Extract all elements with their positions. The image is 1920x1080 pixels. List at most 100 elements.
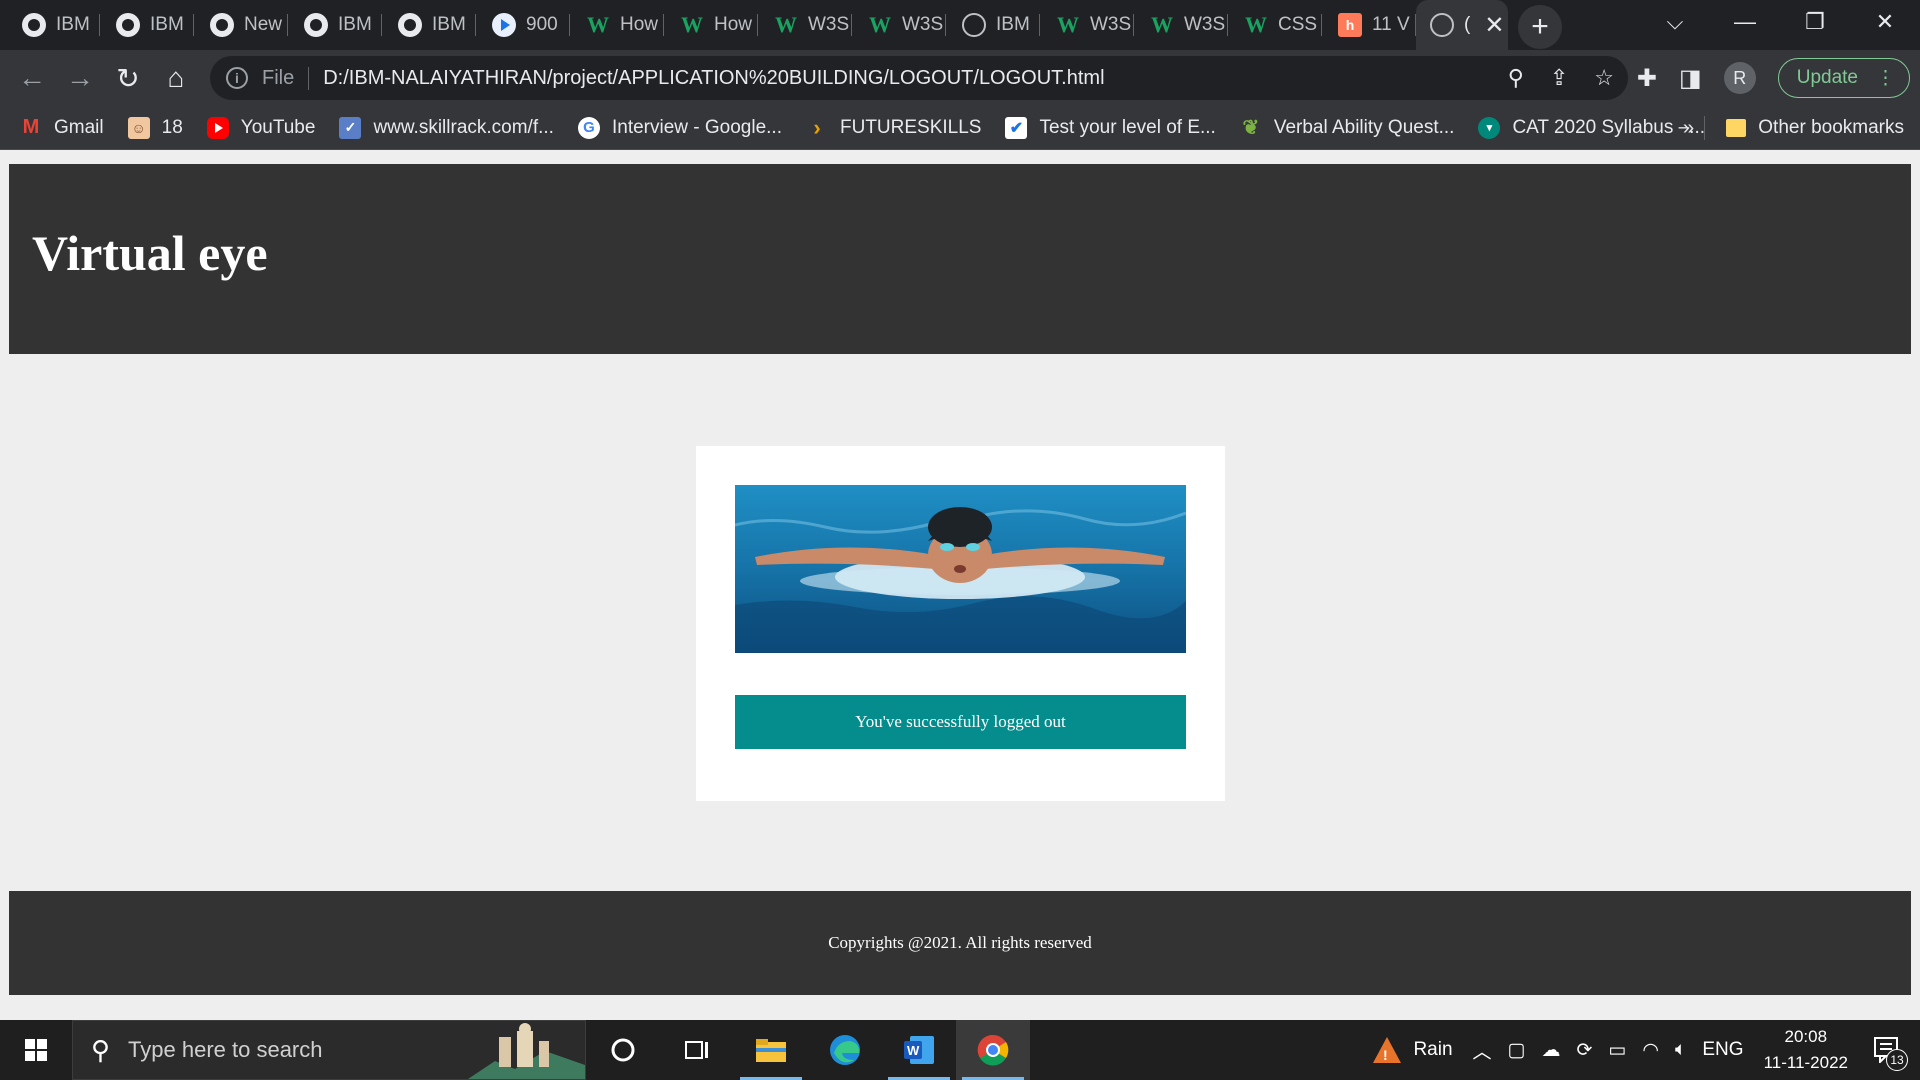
new-tab-button[interactable]: + (1518, 4, 1562, 49)
share-icon[interactable]: ⇪ (1550, 65, 1568, 91)
tab-8[interactable]: W W3S (758, 0, 852, 50)
tab-label: IBM (432, 14, 466, 35)
bookmark-item[interactable]: ▾ CAT 2020 Syllabus –... (1478, 116, 1706, 139)
close-tab-icon[interactable]: ✕ (1484, 11, 1504, 40)
start-button[interactable] (0, 1020, 72, 1080)
toolbar-right: ✚ ◨ R Update ⋮ (1637, 50, 1910, 106)
svg-text:!: ! (1383, 1047, 1388, 1063)
meet-now-icon[interactable]: ▢ (1508, 1039, 1526, 1062)
skillrack-icon: ✓ (339, 116, 362, 139)
side-panel-icon[interactable]: ◨ (1679, 64, 1702, 93)
system-tray: ! Rain ︿ ▢ ☁ ⟳ ▭ ◠ 🔈︎ ENG 20:08 11-11-20… (1371, 1020, 1920, 1080)
tab-active[interactable]: (✕ (1416, 0, 1508, 50)
tab-1[interactable]: IBM (100, 0, 194, 50)
youtube-icon (206, 116, 229, 139)
w3schools-icon: W (1245, 12, 1267, 37)
github-icon (116, 13, 140, 37)
bookmark-label: CAT 2020 Syllabus –... (1512, 116, 1706, 138)
update-label: Update (1796, 67, 1858, 88)
url-text[interactable]: D:/IBM-NALAIYATHIRAN/project/APPLICATION… (323, 67, 1104, 90)
hubspot-icon: h (1338, 13, 1362, 37)
site-footer: Copyrights @2021. All rights reserved (9, 891, 1911, 995)
bookmark-label: Verbal Ability Quest... (1273, 116, 1455, 138)
bookmark-list: M Gmail ☺ 18 YouTube ✓ www.skillrack.com/f... G… (20, 115, 1729, 140)
weather-label: Rain (1413, 1039, 1453, 1060)
site-header: Virtual eye (9, 164, 1911, 354)
bookmark-item[interactable]: ❦ Verbal Ability Quest... (1240, 116, 1455, 140)
edge-icon (830, 1035, 860, 1065)
bookmark-item[interactable]: G Interview - Google... (577, 116, 782, 139)
tab-strip: IBM IBM New IBM IBM 900 W How W How W W3S W W3S IBM W W3… (0, 0, 1920, 50)
tab-2[interactable]: New (194, 0, 288, 50)
other-bookmarks-button[interactable]: Other bookmarks (1704, 106, 1904, 150)
update-button[interactable]: Update ⋮ (1777, 58, 1910, 98)
tab-3[interactable]: IBM (288, 0, 382, 50)
onedrive-cloud-icon[interactable]: ☁ (1542, 1039, 1561, 1062)
taskbar-clock[interactable]: 20:08 11-11-2022 (1764, 1024, 1848, 1076)
wifi-icon[interactable]: ◠ (1642, 1039, 1659, 1062)
home-button[interactable]: ⌂ (152, 54, 200, 102)
back-button[interactable]: ← (8, 54, 56, 102)
tab-7[interactable]: W How (664, 0, 758, 50)
tab-11[interactable]: W W3S (1040, 0, 1134, 50)
search-icon: ⚲ (91, 1034, 111, 1065)
extensions-icon[interactable]: ✚ (1637, 64, 1657, 93)
tab-label: IBM (56, 14, 90, 35)
restore-button[interactable]: ❐ (1780, 9, 1850, 35)
google-icon: G (577, 116, 600, 139)
tab-10[interactable]: IBM (946, 0, 1040, 50)
bookmark-star-icon[interactable]: ☆ (1594, 65, 1614, 91)
tab-label: 900 (526, 14, 558, 35)
site-info-icon[interactable]: i (226, 67, 248, 89)
w3schools-icon: W (1057, 12, 1079, 37)
tab-list: IBM IBM New IBM IBM 900 W How W How W W3S W W3S IBM W W3… (0, 0, 1508, 50)
w3schools-icon: W (869, 12, 891, 37)
input-language[interactable]: ENG (1702, 1039, 1743, 1061)
more-bookmarks-button[interactable]: » (1683, 106, 1694, 150)
tab-5[interactable]: 900 (476, 0, 570, 50)
chrome-button[interactable] (956, 1020, 1030, 1080)
cortana-circle-icon (611, 1038, 635, 1062)
close-window-button[interactable]: ✕ (1850, 9, 1920, 35)
weather-widget[interactable]: ! Rain (1371, 1035, 1453, 1065)
edge-button[interactable] (808, 1020, 882, 1080)
tab-0[interactable]: IBM (6, 0, 100, 50)
sync-status-icon[interactable]: ⟳ (1577, 1039, 1593, 1062)
bookmark-item[interactable]: ✓ www.skillrack.com/f... (339, 116, 554, 139)
tab-label: W3S (902, 14, 944, 35)
tab-4[interactable]: IBM (382, 0, 476, 50)
bookmark-item[interactable]: ✔ Test your level of E... (1005, 116, 1216, 139)
bookmark-item[interactable]: M Gmail (20, 116, 104, 139)
tab-9[interactable]: W W3S (852, 0, 946, 50)
tab-search-button[interactable]: ⌵ (1640, 9, 1710, 35)
volume-icon[interactable]: 🔈︎ (1675, 1039, 1686, 1061)
bookmark-item[interactable]: › FUTURESKILLS (806, 115, 981, 140)
tab-14[interactable]: h 11 V (1322, 0, 1416, 50)
play-icon (492, 13, 516, 37)
folder-icon (1726, 119, 1747, 137)
show-hidden-icons-chevron-icon[interactable]: ︿ (1473, 1037, 1492, 1064)
logout-message-banner: You've successfully logged out (735, 695, 1186, 749)
clock-date: 11-11-2022 (1763, 1053, 1848, 1072)
zoom-icon[interactable]: ⚲ (1508, 65, 1524, 91)
clock-time: 20:08 (1784, 1027, 1828, 1046)
taskbar-search-box[interactable]: ⚲ Type here to search (72, 1020, 586, 1080)
bookmark-item[interactable]: ☺ 18 (127, 116, 183, 139)
profile-avatar[interactable]: R (1723, 62, 1756, 94)
forward-button[interactable]: → (56, 54, 104, 102)
tab-13[interactable]: W CSS (1228, 0, 1322, 50)
address-bar[interactable]: i File D:/IBM-NALAIYATHIRAN/project/APPL… (210, 56, 1628, 100)
swimmer-image (735, 485, 1186, 653)
file-explorer-button[interactable] (734, 1020, 808, 1080)
bookmark-item[interactable]: YouTube (206, 116, 315, 139)
cortana-button[interactable] (586, 1020, 660, 1080)
tab-12[interactable]: W W3S (1134, 0, 1228, 50)
task-view-button[interactable] (660, 1020, 734, 1080)
reload-button[interactable]: ↻ (104, 54, 152, 102)
action-center-button[interactable]: 13 (1872, 1035, 1908, 1071)
tab-6[interactable]: W How (570, 0, 664, 50)
battery-icon[interactable]: ▭ (1608, 1039, 1626, 1062)
word-button[interactable]: W (882, 1020, 956, 1080)
windows-taskbar: ⚲ Type here to search W ! Rain ︿ ▢ ☁ ⟳ ▭… (0, 1020, 1920, 1080)
minimize-button[interactable]: — (1710, 9, 1780, 35)
